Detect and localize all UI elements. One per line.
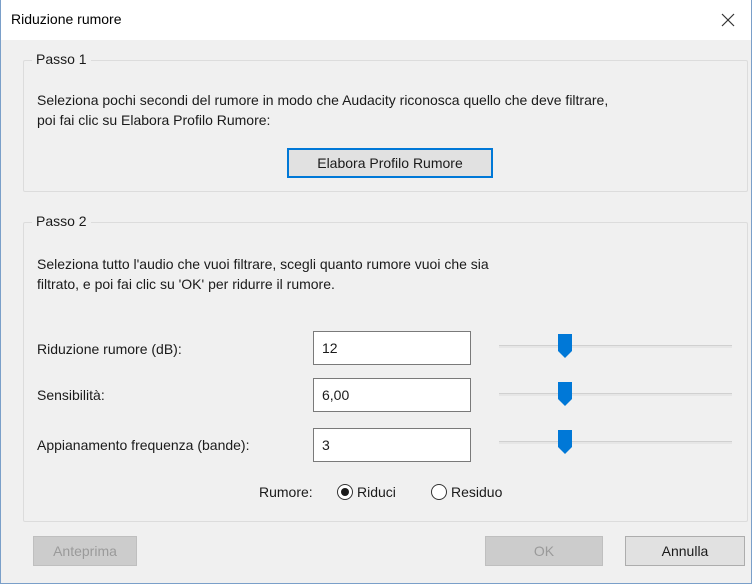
frequency-smoothing-slider[interactable] [499,430,732,454]
noise-reduce-radio[interactable]: Riduci [337,482,396,502]
step1-description-line1: Seleziona pochi secondi del rumore in mo… [37,92,609,108]
get-noise-profile-button[interactable]: Elabora Profilo Rumore [287,148,493,178]
step1-label: Passo 1 [32,51,91,67]
sensitivity-input[interactable] [313,378,471,412]
frequency-smoothing-input[interactable] [313,428,471,462]
noise-reduction-label: Riduzione rumore (dB): [37,341,182,357]
slider-track [499,441,732,444]
noise-reduction-slider[interactable] [499,334,732,358]
step1-description-line2: poi fai clic su Elabora Profilo Rumore: [37,112,271,128]
frequency-smoothing-label: Appianamento frequenza (bande): [37,437,250,453]
noise-residue-radio[interactable]: Residuo [431,482,502,502]
close-icon [721,13,735,27]
noise-residue-label: Residuo [451,484,503,500]
sensitivity-label: Sensibilità: [37,387,105,403]
radio-checked-icon[interactable] [337,484,353,500]
noise-reduction-input[interactable] [313,331,471,365]
title-bar: Riduzione rumore [1,0,751,40]
window-title: Riduzione rumore [11,11,122,27]
sensitivity-slider[interactable] [499,382,732,406]
preview-button[interactable]: Anteprima [33,536,137,566]
slider-track [499,393,732,396]
step2-label: Passo 2 [32,213,91,229]
noise-reduce-label: Riduci [357,484,396,500]
cancel-button[interactable]: Annulla [625,536,745,566]
step2-description-line2: filtrato, e poi fai clic su 'OK' per rid… [37,276,335,292]
step2-description-line1: Seleziona tutto l'audio che vuoi filtrar… [37,256,489,272]
ok-button[interactable]: OK [485,536,603,566]
close-button[interactable] [705,0,751,40]
slider-thumb[interactable] [558,334,573,358]
radio-unchecked-icon[interactable] [431,484,447,500]
slider-thumb[interactable] [558,382,573,406]
noise-reduction-dialog: Riduzione rumore Passo 1 Seleziona pochi… [0,0,752,584]
slider-thumb[interactable] [558,430,573,454]
noise-mode-label: Rumore: [259,484,313,500]
slider-track [499,345,732,348]
